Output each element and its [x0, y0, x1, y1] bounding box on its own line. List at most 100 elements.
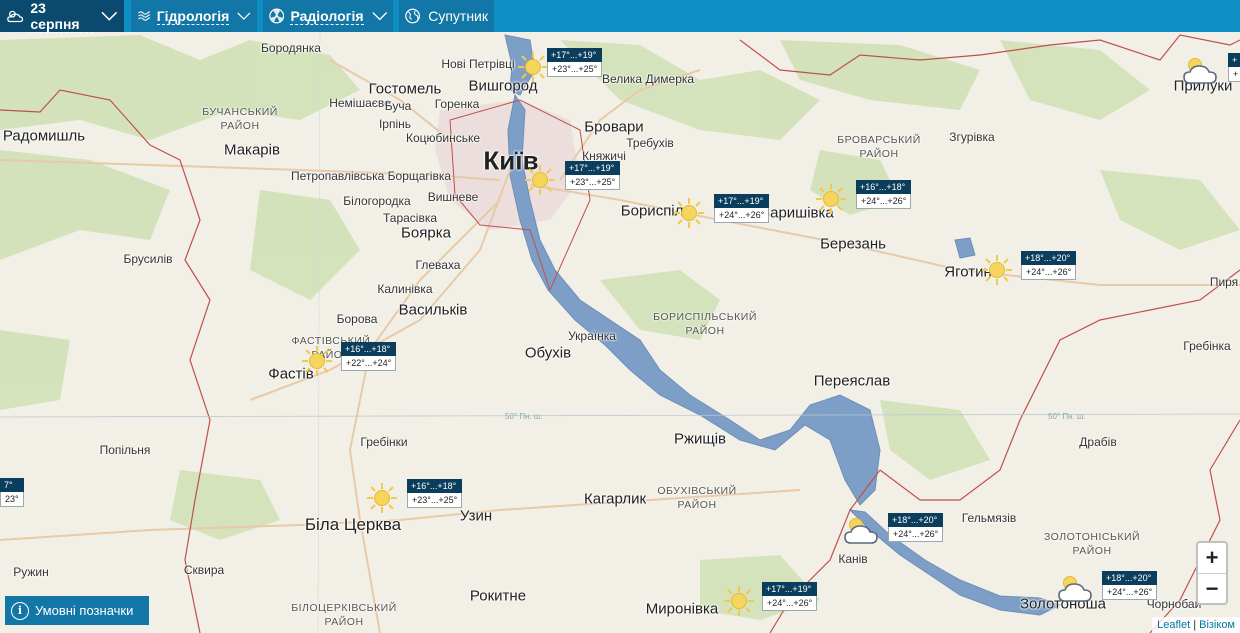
city-hostomel: Гостомель [368, 80, 442, 98]
city-tarasivka: Тарасівка [382, 211, 438, 225]
weather-marker-boryspil[interactable]: +17°...+19° +24°...+26° [672, 194, 770, 236]
city-rzhyshchiv: Ржищів [673, 430, 727, 448]
day-temp: +24°...+26° [714, 208, 770, 223]
city-petropavlivska-borshchahivka: Петропавлівська Борщагівка [290, 169, 452, 183]
map-attribution: Leaflet | Візіком [1152, 617, 1240, 633]
night-temp: +17°...+19° [565, 161, 621, 175]
day-temp: + [1228, 67, 1240, 82]
hydrology-menu[interactable]: Гідрологія [131, 0, 257, 32]
city-radomyshl: Радомишль [2, 127, 86, 145]
city-pereiaslav: Переяслав [813, 372, 891, 390]
city-hrebinky: Гребінки [360, 435, 408, 449]
legend-label: Умовні позначки [35, 603, 134, 618]
day-temp: +23°...+25° [565, 175, 621, 190]
weather-marker-vyshhorod[interactable]: +17°...+19° +23°...+25° [516, 48, 606, 90]
city-brusyliv: Брусилів [123, 252, 173, 266]
city-brovary: Бровари [584, 118, 644, 136]
cloud-sun-icon [844, 518, 878, 544]
night-temp: +16°...+18° [856, 180, 912, 194]
leaflet-link[interactable]: Leaflet [1157, 619, 1190, 631]
district-brovarskyi: БРОВАРСЬКИЙ РАЙОН [837, 134, 921, 160]
city-popilnia: Попільня [99, 443, 151, 457]
city-boiarka: Боярка [401, 224, 451, 242]
city-kalynivka: Калинівка [377, 282, 433, 296]
day-temp: +24°...+26° [762, 596, 818, 611]
night-temp: +17°...+19° [547, 48, 603, 62]
district-buchanskyi: БУЧАНСЬКИЙ РАЙОН [202, 106, 278, 132]
city-irpin: Ірпінь [378, 117, 412, 131]
latitude-label-east: 50° Пн. ш. [1048, 412, 1086, 421]
night-temp: +16°...+18° [341, 342, 397, 356]
city-bucha: Буча [384, 99, 412, 113]
night-temp: +18°...+20° [888, 513, 944, 527]
city-nemishaieve: Немішаєве [329, 96, 391, 110]
info-icon: i [11, 601, 29, 620]
city-pyriatyn: Пиря [1209, 275, 1239, 289]
district-obukhivskyi: ОБУХІВСЬКИЙ РАЙОН [657, 485, 737, 511]
day-temp: +24°...+26° [1102, 585, 1158, 600]
sun-icon [367, 483, 397, 513]
legend-button[interactable]: i Умовні позначки [5, 596, 149, 625]
radiation-icon [269, 8, 285, 24]
date-selector[interactable]: 23 серпня [0, 0, 124, 33]
city-drabiv: Драбів [1079, 435, 1117, 449]
day-temp: +24°...+26° [856, 194, 912, 209]
city-uzyn: Узин [459, 507, 493, 525]
weather-marker-partial-west[interactable]: 7° 23° [0, 478, 24, 520]
district-boryspilskyi: БОРИСПІЛЬСЬКИЙ РАЙОН [653, 311, 757, 337]
weather-marker-fastiv[interactable]: +16°...+18° +22°...+24° [300, 342, 397, 384]
city-skvyra: Сквира [183, 563, 225, 577]
weather-marker-kyiv[interactable]: +17°...+19° +23°...+25° [523, 161, 621, 203]
date-label: 23 серпня [30, 0, 94, 33]
waves-icon [138, 11, 151, 21]
city-ukrainka: Українка [568, 329, 616, 343]
weather-cloud-sun-icon [7, 10, 24, 23]
weather-marker-myronivka[interactable]: +17°...+19° +24°...+26° [722, 582, 818, 624]
city-hlevakha: Глеваха [415, 258, 461, 272]
sun-icon [525, 165, 555, 195]
city-trebukhiv: Требухів [626, 136, 674, 150]
satellite-label: Супутник [428, 8, 488, 24]
radiology-label: Радіологія [290, 7, 364, 25]
sun-icon [518, 52, 548, 82]
weather-marker-pryluky[interactable]: + + [1182, 53, 1240, 95]
chevron-down-icon [371, 12, 387, 21]
city-kotsiubynske: Коцюбинське [405, 131, 481, 145]
weather-marker-kaniv[interactable]: +18°...+20° +24°...+26° [843, 513, 944, 555]
city-hrebinka: Гребінка [1183, 339, 1231, 353]
city-horenka: Горенка [434, 97, 480, 111]
radiology-menu[interactable]: Радіологія [263, 0, 393, 32]
zoom-in-button[interactable]: + [1198, 543, 1226, 574]
city-borodianka: Бородянка [261, 41, 321, 55]
day-temp: 23° [0, 492, 24, 507]
city-berezan: Березань [820, 235, 886, 253]
chevron-down-icon [237, 12, 251, 20]
city-obukhiv: Обухів [524, 344, 572, 362]
night-temp: +18°...+20° [1102, 571, 1158, 585]
hydrology-label: Гідрологія [156, 7, 230, 25]
source-link[interactable]: Візіком [1199, 619, 1235, 631]
weather-marker-zolotonosha[interactable]: +18°...+20° +24°...+26° [1057, 571, 1158, 613]
globe-icon [405, 8, 420, 24]
night-temp: +17°...+19° [762, 582, 818, 596]
cloud-sun-icon [1183, 58, 1217, 84]
weather-marker-bila-tserkva[interactable]: +16°...+18° +23°...+25° [365, 479, 463, 521]
day-temp: +24°...+26° [1021, 265, 1077, 280]
day-temp: +23°...+25° [547, 62, 603, 77]
weather-marker-yahotyn[interactable]: +18°...+20° +24°...+26° [980, 251, 1077, 293]
city-rokytne: Рокитне [469, 587, 527, 605]
night-temp: +16°...+18° [407, 479, 463, 493]
satellite-toggle[interactable]: Супутник [399, 0, 494, 32]
day-temp: +22°...+24° [341, 356, 397, 371]
zoom-out-button[interactable]: − [1198, 574, 1226, 604]
district-zolotoniskyi: ЗОЛОТОНІСЬКИЙ РАЙОН [1043, 531, 1141, 557]
attribution-separator: | [1193, 619, 1197, 631]
city-zghurivka: Згурівка [949, 130, 995, 144]
night-temp: 7° [0, 478, 24, 492]
sun-icon [302, 346, 332, 376]
weather-marker-baryshivka[interactable]: +16°...+18° +24°...+26° [814, 180, 912, 222]
city-borova: Борова [336, 312, 378, 326]
city-myronivka: Миронівка [645, 600, 719, 618]
sun-icon [816, 184, 846, 214]
cloud-sun-icon [1058, 576, 1092, 602]
